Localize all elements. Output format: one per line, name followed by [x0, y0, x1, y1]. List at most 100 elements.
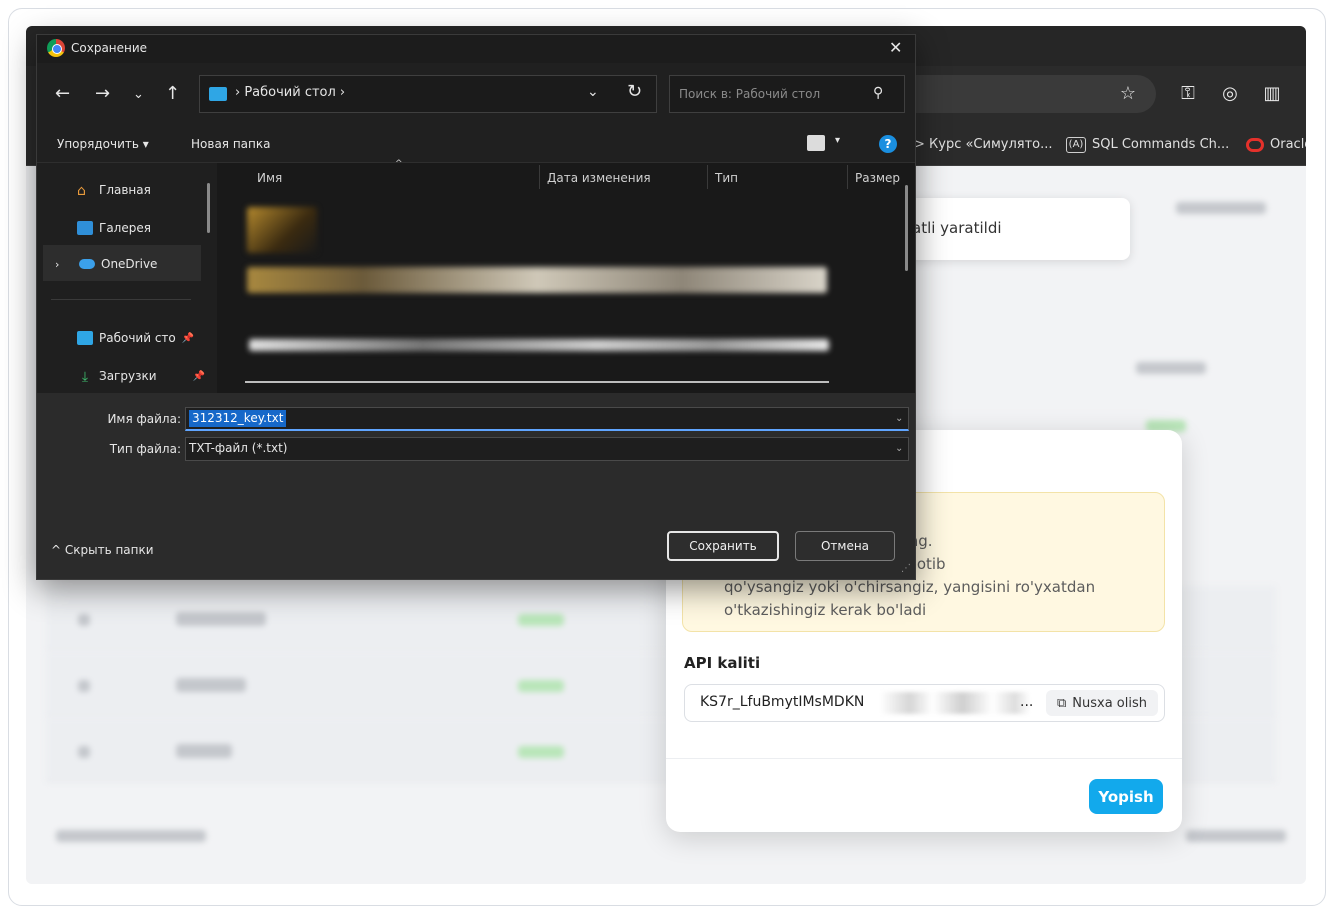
star-icon[interactable]: ☆: [1116, 82, 1140, 106]
search-placeholder: Поиск в: Рабочий стол: [679, 87, 821, 101]
filetype-label: Тип файла:: [109, 442, 181, 456]
nav-item-label: Галерея: [99, 221, 151, 235]
bookmark-label: > Курс «Симулято...: [914, 137, 1053, 152]
bookmark-label: Oracle: [1270, 137, 1306, 152]
blurred-row-index: [78, 614, 90, 626]
modal-divider: [666, 758, 1182, 759]
home-icon: ⌂: [77, 183, 86, 199]
blurred-pagination-info: [56, 830, 206, 842]
search-icon[interactable]: ⚲: [873, 85, 883, 101]
filename-dropdown-icon[interactable]: ⌄: [895, 413, 903, 424]
cloud-icon: [79, 259, 95, 269]
view-mode-caret-icon[interactable]: ▾: [835, 135, 840, 146]
bookmark-sql[interactable]: (A) SQL Commands Ch...: [1066, 134, 1229, 156]
nav-divider: [51, 299, 191, 300]
toast-text: atli yaratildi: [912, 219, 1002, 237]
nav-item-label: Рабочий сто: [99, 331, 176, 345]
blurred-status-badge: [518, 746, 564, 758]
api-key-label: API kaliti: [684, 654, 761, 672]
desktop-icon: [77, 331, 93, 345]
sidebar-icon[interactable]: ▥: [1260, 82, 1284, 106]
warning-line: o'tkazishingiz kerak bo'ladi: [724, 601, 927, 619]
path-breadcrumb[interactable]: › Рабочий стол ›: [235, 85, 345, 100]
view-mode-icon[interactable]: [807, 135, 825, 151]
dialog-title-bar: [37, 35, 915, 63]
blurred-column-header: [1136, 362, 1206, 374]
desktop-folder-icon: [209, 87, 227, 101]
dialog-title: Сохранение: [71, 41, 148, 55]
expand-chevron-icon[interactable]: ›: [55, 258, 73, 271]
blurred-pagination-control: [1186, 830, 1286, 842]
key-icon[interactable]: ⚿: [1176, 82, 1200, 106]
address-dropdown-icon[interactable]: ⌄: [587, 84, 599, 100]
blurred-row-name: [176, 744, 232, 758]
filetype-dropdown-icon[interactable]: ⌄: [895, 443, 903, 454]
a-badge-icon: (A): [1066, 137, 1086, 153]
gallery-icon: [77, 221, 93, 235]
nav-item-gallery[interactable]: Галерея: [77, 217, 151, 239]
new-folder-button[interactable]: Новая папка: [191, 137, 270, 151]
cancel-button[interactable]: Отмена: [795, 531, 895, 561]
refresh-icon[interactable]: ↻: [627, 81, 642, 102]
blurred-file-thumbnail: [247, 207, 317, 253]
pin-icon: 📌: [192, 370, 205, 382]
column-separator[interactable]: [707, 165, 708, 189]
forward-arrow-icon[interactable]: →: [95, 83, 110, 104]
download-icon: ⤓: [81, 369, 89, 385]
api-key-value: KS7r_LfuBmytIMsMDKN: [700, 694, 865, 710]
redacted-key-region: [880, 692, 1030, 714]
blurred-status-badge: [518, 680, 564, 692]
column-separator[interactable]: [539, 165, 540, 189]
extension-icon[interactable]: ◎: [1218, 82, 1242, 106]
nav-item-label: Главная: [99, 183, 151, 197]
nav-item-onedrive[interactable]: › OneDrive: [55, 253, 157, 275]
blurred-row-name: [176, 678, 246, 692]
column-header-date[interactable]: Дата изменения: [547, 171, 651, 185]
column-header-size[interactable]: Размер: [855, 171, 903, 185]
file-list-scrollbar[interactable]: [905, 185, 908, 271]
chrome-logo-icon: [47, 39, 65, 57]
copy-icon: ⧉: [1056, 695, 1067, 711]
save-file-dialog: Сохранение ✕ ← → ⌄ ↑ › Рабочий стол › ⌄ …: [36, 34, 916, 580]
blurred-row-name: [176, 612, 266, 626]
sort-caret-icon: ^: [395, 159, 403, 169]
copy-button[interactable]: ⧉ Nusxa olish: [1046, 690, 1158, 716]
organize-menu-button[interactable]: Упорядочить ▾: [57, 137, 149, 151]
file-list-row-line: [245, 381, 829, 383]
hide-folders-toggle[interactable]: ^ Скрыть папки: [51, 543, 154, 557]
blurred-row-index: [78, 680, 90, 692]
blurred-row-index: [78, 746, 90, 758]
filetype-select[interactable]: [185, 437, 909, 461]
bookmark-oracle[interactable]: Oracle: [1246, 134, 1306, 156]
blurred-header-action: [1176, 202, 1266, 214]
nav-item-label: Загрузки: [99, 369, 157, 383]
filename-input[interactable]: [185, 407, 909, 431]
nav-item-label: OneDrive: [101, 257, 158, 271]
pin-icon: 📌: [181, 332, 195, 344]
recent-chevron-icon[interactable]: ⌄: [133, 87, 144, 102]
filename-value[interactable]: 312312_key.txt: [189, 410, 287, 427]
filename-label: Имя файла:: [107, 412, 181, 426]
nav-item-home[interactable]: ⌂ Главная: [77, 179, 151, 201]
help-icon[interactable]: ?: [879, 135, 897, 153]
filetype-value: TXT-файл (*.txt): [189, 441, 288, 455]
column-header-type[interactable]: Тип: [715, 171, 738, 185]
blurred-status-badge: [518, 614, 564, 626]
nav-item-downloads[interactable]: ⤓ Загрузки 📌: [77, 365, 205, 387]
nav-item-desktop[interactable]: Рабочий сто 📌: [77, 327, 194, 349]
back-arrow-icon[interactable]: ←: [55, 83, 70, 104]
dialog-close-icon[interactable]: ✕: [889, 38, 902, 57]
column-separator[interactable]: [847, 165, 848, 189]
up-arrow-icon[interactable]: ↑: [165, 83, 180, 104]
bookmark-kurs[interactable]: > Курс «Симулято...: [914, 134, 1053, 156]
close-modal-button[interactable]: Yopish: [1089, 779, 1163, 814]
bookmark-label: SQL Commands Ch...: [1092, 137, 1230, 152]
resize-grip-icon[interactable]: ⋰: [901, 563, 911, 574]
command-bar: [37, 127, 915, 163]
blurred-file-row: [247, 267, 827, 293]
nav-pane-scrollbar[interactable]: [207, 183, 210, 233]
copy-button-label: Nusxa olish: [1072, 695, 1147, 711]
api-key-ellipsis: ...: [1020, 694, 1034, 710]
column-header-name[interactable]: Имя: [257, 171, 282, 185]
save-button[interactable]: Сохранить: [667, 531, 779, 561]
